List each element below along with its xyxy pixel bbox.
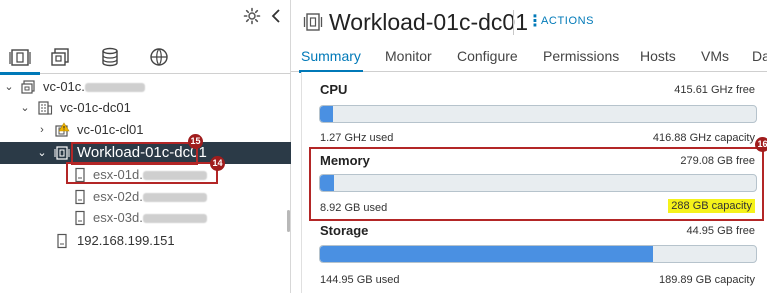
datacenter-icon xyxy=(38,101,53,115)
memory-usage-fill xyxy=(320,175,334,191)
annotation-badge: 14 xyxy=(210,156,225,171)
tree-item-label: esx-03d. xyxy=(93,207,207,229)
tab-vms[interactable]: VMs xyxy=(701,48,729,64)
tree-item-label: esx-02d. xyxy=(93,186,207,208)
capacity-highlight: 288 GB capacity xyxy=(668,199,755,213)
navigator-toolbar xyxy=(0,0,291,32)
annotation-badge: 15 xyxy=(188,134,203,149)
storage-icon xyxy=(102,47,118,67)
object-header: Workload-01c-dc01 ⋮ ACTIONS xyxy=(291,0,767,44)
host-icon xyxy=(57,233,67,249)
redacted-hostname xyxy=(84,83,145,93)
memory-capacity: 288 GB capacity xyxy=(668,199,755,213)
actions-button[interactable]: ACTIONS xyxy=(541,15,594,27)
actions-menu-icon[interactable]: ⋮ xyxy=(527,13,543,31)
memory-free: 279.08 GB free xyxy=(680,155,755,167)
page-title: Workload-01c-dc01 xyxy=(329,9,529,35)
resource-pool-icon xyxy=(303,13,323,31)
storage-title: Storage xyxy=(320,223,369,238)
inventory-navigator: ⌄ vc-01c. ⌄ vc-01c-dc01 › vc-01c-cl01 ⌄ … xyxy=(0,0,291,293)
cpu-used: 1.27 GHz used xyxy=(320,132,394,144)
tree-item-cluster[interactable]: › vc-01c-cl01 xyxy=(0,119,291,141)
cpu-usage-bar xyxy=(319,105,757,123)
networking-icon xyxy=(150,48,168,66)
tab-storage[interactable] xyxy=(96,44,124,70)
memory-usage-bar xyxy=(319,174,757,192)
tree-item-host[interactable]: 192.168.199.151 xyxy=(0,230,291,252)
gear-icon[interactable] xyxy=(243,7,261,25)
vcenter-icon xyxy=(21,80,35,94)
tab-hosts-and-clusters[interactable] xyxy=(0,44,40,75)
annotation-box-host xyxy=(66,162,218,184)
tab-networking[interactable] xyxy=(145,44,173,70)
cpu-title: CPU xyxy=(320,82,348,97)
storage-used: 144.95 GB used xyxy=(320,274,400,286)
vms-and-templates-icon xyxy=(51,48,69,66)
cpu-capacity: 416.88 GHz capacity xyxy=(652,132,755,144)
cpu-usage-fill xyxy=(320,106,334,122)
tree-item-label: vc-01c-dc01 xyxy=(60,100,131,115)
tree-item-label: vc-01c. xyxy=(43,76,145,98)
storage-free: 44.95 GB free xyxy=(686,225,756,237)
tree-item-datacenter[interactable]: ⌄ vc-01c-dc01 xyxy=(0,97,291,119)
host-icon xyxy=(75,189,85,205)
chevron-down-icon[interactable]: ⌄ xyxy=(36,142,48,164)
redacted-hostname xyxy=(142,193,207,203)
object-summary: Workload-01c-dc01 ⋮ ACTIONS Summary Moni… xyxy=(291,0,767,293)
tab-datastores[interactable]: Da xyxy=(752,48,767,64)
cluster-warning-icon xyxy=(55,122,70,137)
scrollbar[interactable] xyxy=(287,210,290,232)
host-icon xyxy=(75,210,85,226)
memory-used: 8.92 GB used xyxy=(320,202,388,214)
tree-item-vcenter[interactable]: ⌄ vc-01c. xyxy=(0,76,291,98)
tree-item-label: 192.168.199.151 xyxy=(77,233,175,248)
tab-permissions[interactable]: Permissions xyxy=(543,48,619,64)
storage-capacity: 189.89 GB capacity xyxy=(658,274,755,286)
header-divider xyxy=(513,10,514,35)
chevron-down-icon[interactable]: ⌄ xyxy=(3,76,15,98)
navigator-tabs xyxy=(0,40,291,75)
tab-configure[interactable]: Configure xyxy=(457,48,518,64)
resource-pool-icon xyxy=(54,146,70,160)
redacted-hostname xyxy=(142,214,207,224)
chevron-right-icon[interactable]: › xyxy=(36,119,48,141)
tab-hosts[interactable]: Hosts xyxy=(640,48,676,64)
annotation-badge: 16 xyxy=(755,137,767,152)
memory-title: Memory xyxy=(320,153,370,168)
object-tabs: Summary Monitor Configure Permissions Ho… xyxy=(291,44,767,73)
tab-summary[interactable]: Summary xyxy=(299,48,363,73)
tree-item-host[interactable]: esx-02d. xyxy=(0,186,291,208)
tree-item-host[interactable]: esx-03d. xyxy=(0,207,291,229)
hosts-and-clusters-icon xyxy=(9,49,31,66)
cpu-free: 415.61 GHz free xyxy=(674,84,755,96)
storage-usage-fill xyxy=(320,246,653,262)
resource-usage-panel: CPU 415.61 GHz free 1.27 GHz used 416.88… xyxy=(301,72,767,293)
collapse-panel-icon[interactable] xyxy=(268,7,284,25)
tab-monitor[interactable]: Monitor xyxy=(385,48,432,64)
tree-item-label: vc-01c-cl01 xyxy=(77,122,144,137)
storage-usage-bar xyxy=(319,245,757,263)
tab-vms-and-templates[interactable] xyxy=(46,44,74,70)
chevron-down-icon[interactable]: ⌄ xyxy=(19,97,31,119)
